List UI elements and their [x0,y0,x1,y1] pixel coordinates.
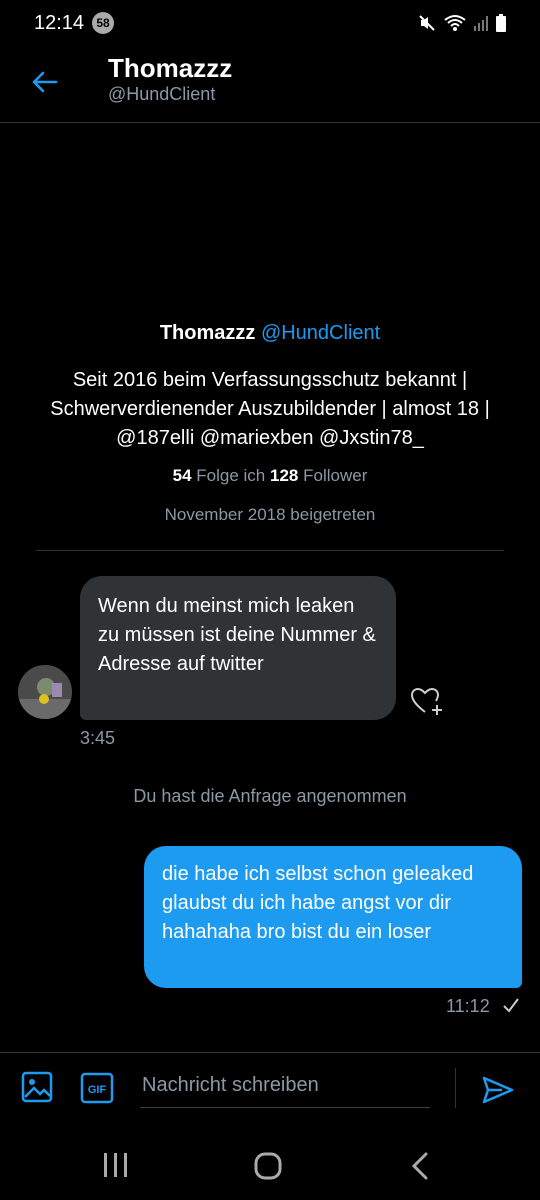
status-time: 12:14 [34,12,85,34]
notification-badge: 58 [92,12,114,34]
conversation-handle: @HundClient [108,84,216,104]
battery-icon [496,14,506,32]
profile-divider [36,550,504,551]
status-icons [418,12,506,34]
avatar-image [18,665,72,719]
nav-recents-button[interactable] [100,1150,132,1180]
gif-icon: GIF [80,1072,114,1104]
add-image-button[interactable] [20,1070,54,1104]
back-arrow-icon [32,71,58,93]
heart-plus-icon [410,687,442,715]
following-label: Folge ich [196,466,266,485]
sent-message-bubble[interactable]: die habe ich selbst schon geleaked glaub… [144,846,522,988]
composer-separator [455,1068,456,1108]
profile-name-line[interactable]: Thomazzz @HundClient [0,322,540,345]
image-icon [21,1071,53,1103]
profile-joined-date: November 2018 beigetreten [164,505,376,524]
received-message-bubble[interactable]: Wenn du meinst mich leaken zu müssen ist… [80,576,396,720]
send-icon [482,1076,514,1104]
nav-back-icon [411,1152,428,1180]
profile-bio: Seit 2016 beim Verfassungsschutz bekannt… [50,369,490,449]
signal-icon [474,16,488,31]
gif-button[interactable]: GIF [80,1072,114,1104]
react-button[interactable] [408,684,444,720]
back-button[interactable] [24,62,64,102]
request-accepted-note: Du hast die Anfrage angenommen [133,786,407,806]
composer-divider [0,1052,540,1053]
followers-count: 128 [270,466,299,485]
following-count: 54 [172,466,192,485]
followers-label: Follower [303,466,368,485]
gif-label: GIF [88,1084,107,1096]
profile-handle: @HundClient [260,322,381,344]
send-button[interactable] [478,1070,518,1110]
mute-icon [419,15,435,31]
message-input[interactable] [140,1064,430,1108]
nav-back-button[interactable] [406,1151,436,1181]
header-divider [0,122,540,123]
sent-message-time: 11:12 [446,996,490,1016]
recents-icon [104,1153,127,1177]
checkmark-icon [503,998,519,1013]
home-icon [254,1152,282,1180]
received-message-time: 3:45 [80,728,116,748]
nav-home-button[interactable] [253,1151,283,1181]
profile-name: Thomazzz [159,322,256,344]
wifi-icon [444,15,466,31]
profile-stats: 54 Folge ich 128 Follower [0,466,540,486]
avatar[interactable] [18,665,72,719]
conversation-title[interactable]: Thomazzz [108,53,232,84]
